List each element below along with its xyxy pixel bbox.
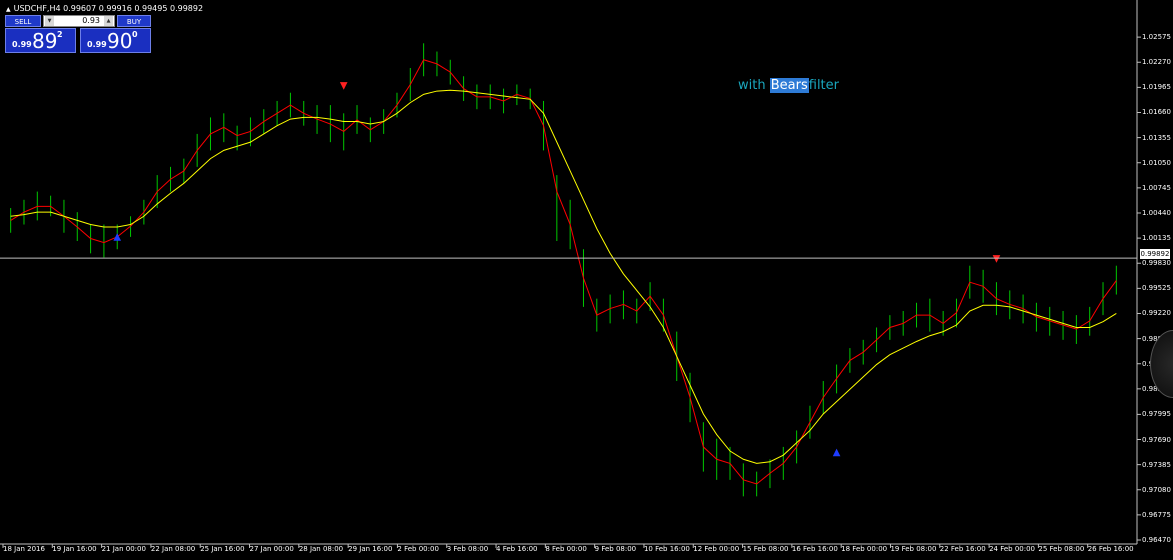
price-axis-label: 1.02270 [1142, 58, 1171, 67]
time-axis-label: 24 Feb 00:00 [989, 545, 1036, 553]
filter-label: with Bearsfilter [738, 78, 839, 93]
sell-button[interactable]: SELL [5, 15, 41, 27]
time-axis-label: 22 Feb 16:00 [939, 545, 986, 553]
filter-label-highlight: Bears [769, 78, 809, 93]
price-axis-label: 0.99220 [1142, 309, 1171, 318]
buy-price-prefix: 0.99 [87, 40, 107, 49]
time-axis-label: 27 Jan 00:00 [249, 545, 294, 553]
price-axis-label: 0.99830 [1142, 259, 1171, 268]
time-axis-label: 18 Feb 00:00 [841, 545, 888, 553]
time-axis-label: 4 Feb 16:00 [496, 545, 538, 553]
time-axis-label: 9 Feb 08:00 [594, 545, 637, 553]
time-axis-label: 15 Feb 08:00 [742, 545, 789, 553]
time-axis-label: 22 Jan 08:00 [150, 545, 196, 553]
time-axis-label: 10 Feb 16:00 [643, 545, 690, 553]
price-axis-label: 0.97385 [1142, 460, 1171, 469]
price-axis-label: 1.00440 [1142, 208, 1171, 217]
time-axis-label: 29 Jan 16:00 [348, 545, 393, 553]
current-price-label: 0.99892 [1140, 249, 1170, 259]
buy-button[interactable]: BUY [117, 15, 151, 27]
time-axis-label: 25 Feb 08:00 [1038, 545, 1085, 553]
sell-price-box[interactable]: 0.99 89 2 [5, 28, 76, 53]
price-axis-label: 0.99525 [1142, 284, 1171, 293]
time-axis-label: 18 Jan 2016 [3, 545, 45, 553]
price-axis-label: 0.97080 [1142, 485, 1171, 494]
time-axis-label: 19 Feb 08:00 [890, 545, 937, 553]
buy-price-big: 90 [107, 29, 133, 53]
one-click-trading-panel: SELL ▼ 0.93 ▲ BUY 0.99 89 2 0.99 90 0 [5, 15, 151, 53]
time-axis-label: 21 Jan 00:00 [101, 545, 146, 553]
price-axis-label: 1.02575 [1142, 33, 1171, 42]
buy-price-sup: 0 [132, 30, 138, 39]
time-axis-label: 8 Feb 00:00 [545, 545, 587, 553]
time-axis-label: 25 Jan 16:00 [200, 545, 245, 553]
price-axis-label: 0.96775 [1142, 510, 1171, 519]
price-axis-label: 0.97995 [1142, 410, 1171, 419]
collapse-arrow-icon[interactable]: ▲ [6, 6, 11, 13]
price-axis-label: 1.00745 [1142, 183, 1171, 192]
price-axis-label: 1.00135 [1142, 234, 1171, 243]
lot-size-value: 0.93 [82, 16, 100, 25]
chart-title: ▲ USDCHF,H4 0.99607 0.99916 0.99495 0.998… [6, 4, 203, 13]
filter-label-post: filter [808, 78, 839, 93]
price-plot[interactable]: ▲ ▼ ▲ ▼ [0, 0, 1173, 560]
time-axis-label: 16 Feb 16:00 [791, 545, 838, 553]
sell-price-big: 89 [32, 29, 58, 53]
price-axis-label: 0.97690 [1142, 435, 1171, 444]
price-axis-label: 0.96470 [1142, 536, 1171, 544]
filter-label-pre: with [738, 78, 766, 93]
sell-price-sup: 2 [57, 30, 63, 39]
buy-price-box[interactable]: 0.99 90 0 [80, 28, 151, 53]
lot-increase-icon[interactable]: ▲ [104, 16, 113, 26]
time-axis-label: 26 Feb 16:00 [1087, 545, 1134, 553]
chart-window[interactable]: ▲ ▼ ▲ ▼ ▲ USDCHF,H4 0.99607 0.99916 0.99495 … [0, 0, 1173, 560]
time-axis-label: 19 Jan 16:00 [52, 545, 97, 553]
price-axis-ticks [1137, 36, 1141, 541]
price-axis-label: 1.01965 [1142, 83, 1171, 92]
price-axis-label: 1.01050 [1142, 158, 1171, 167]
sell-signal-arrow-icon: ▼ [993, 254, 1001, 265]
price-axis-label: 1.01660 [1142, 108, 1171, 117]
price-axis-label: 1.01355 [1142, 133, 1171, 142]
buy-signal-arrow-icon: ▲ [833, 447, 841, 458]
buy-signal-arrow-icon: ▲ [113, 231, 121, 242]
time-axis-label: 12 Feb 00:00 [693, 545, 740, 553]
sell-signal-arrow-icon: ▼ [340, 81, 348, 92]
time-axis-label: 2 Feb 00:00 [397, 545, 439, 553]
time-axis-label: 28 Jan 08:00 [298, 545, 344, 553]
lot-decrease-icon[interactable]: ▼ [45, 16, 54, 26]
sell-price-prefix: 0.99 [12, 40, 32, 49]
time-axis-label: 3 Feb 08:00 [446, 545, 489, 553]
lot-size-input[interactable]: ▼ 0.93 ▲ [43, 15, 115, 27]
chart-title-text: USDCHF,H4 0.99607 0.99916 0.99495 0.9989… [13, 4, 204, 13]
